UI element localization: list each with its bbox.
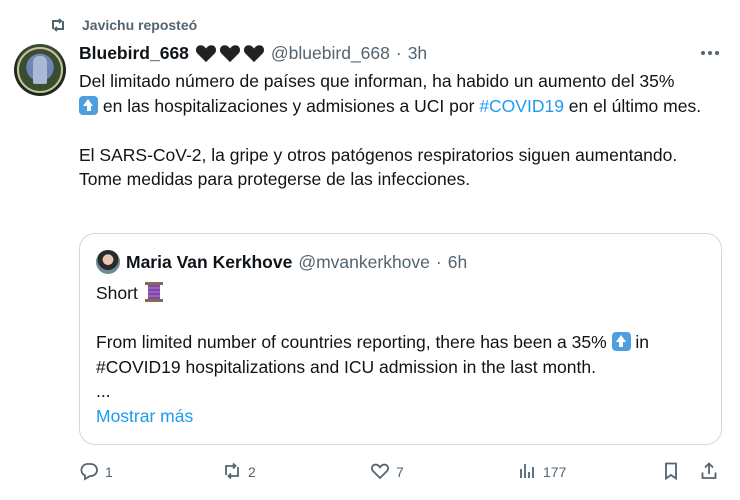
- reply-count: 1: [105, 464, 113, 480]
- reply-icon: [79, 461, 99, 484]
- quote-header: Maria Van Kerkhove @mvankerkhove · 6h: [96, 250, 467, 274]
- black-hearts-icon: [195, 43, 265, 63]
- separator-dot: ·: [395, 42, 402, 63]
- author-name[interactable]: Bluebird_668: [79, 43, 189, 64]
- share-icon: [699, 461, 719, 484]
- author-handle[interactable]: @bluebird_668: [271, 43, 390, 64]
- share-button[interactable]: [699, 460, 719, 484]
- quote-author-name: Maria Van Kerkhove: [126, 251, 293, 272]
- tweet-text-2: El SARS-CoV-2, la gripe y otros patógeno…: [79, 144, 678, 190]
- up-arrow-icon: [611, 332, 631, 351]
- quote-avatar: [96, 250, 120, 274]
- like-count: 7: [396, 464, 404, 480]
- show-more-link[interactable]: Mostrar más: [96, 404, 706, 429]
- repost-button[interactable]: 2: [222, 460, 256, 484]
- tweet-text: Del limitado número de países que inform…: [79, 69, 719, 192]
- tweet-text-1c: en el último mes.: [563, 95, 702, 116]
- bookmark-button[interactable]: [661, 460, 681, 484]
- quote-text-a: From limited number of countries reporti…: [96, 332, 612, 352]
- quote-text: Short From limited number of countries r…: [96, 281, 706, 428]
- repost-count: 2: [248, 464, 256, 480]
- repost-icon: [222, 461, 242, 484]
- tweet-header: Bluebird_668 @bluebird_668 · 3h: [79, 40, 427, 66]
- quoted-tweet[interactable]: Maria Van Kerkhove @mvankerkhove · 6h Sh…: [79, 233, 722, 445]
- quote-line-1: Short: [96, 283, 143, 303]
- quote-handle: @mvankerkhove: [298, 251, 430, 272]
- heart-icon: [370, 461, 390, 484]
- repost-indicator[interactable]: Javichu reposteó: [50, 14, 197, 36]
- quote-ellipsis: ...: [96, 381, 111, 401]
- thread-spool-icon: [144, 282, 163, 302]
- repost-label: Javichu reposteó: [82, 17, 198, 33]
- tweet-text-1a: Del limitado número de países que inform…: [79, 71, 675, 91]
- like-button[interactable]: 7: [370, 460, 404, 484]
- hashtag-link[interactable]: #COVID19: [479, 96, 564, 116]
- reply-button[interactable]: 1: [79, 460, 113, 484]
- author-avatar[interactable]: [14, 44, 66, 96]
- repost-icon: [50, 17, 66, 33]
- up-arrow-icon: [79, 95, 98, 115]
- more-icon[interactable]: [698, 44, 722, 62]
- tweet-text-1b: en las hospitalizaciones y admisiones a …: [98, 95, 480, 116]
- bookmark-icon: [661, 461, 681, 484]
- views-button[interactable]: 177: [517, 460, 566, 484]
- action-bar: 1 2 7 177: [79, 460, 724, 484]
- quote-separator-dot: ·: [435, 251, 442, 272]
- quote-time: 6h: [447, 251, 468, 272]
- views-icon: [517, 461, 537, 484]
- views-count: 177: [543, 464, 567, 480]
- tweet-time[interactable]: 3h: [408, 43, 427, 64]
